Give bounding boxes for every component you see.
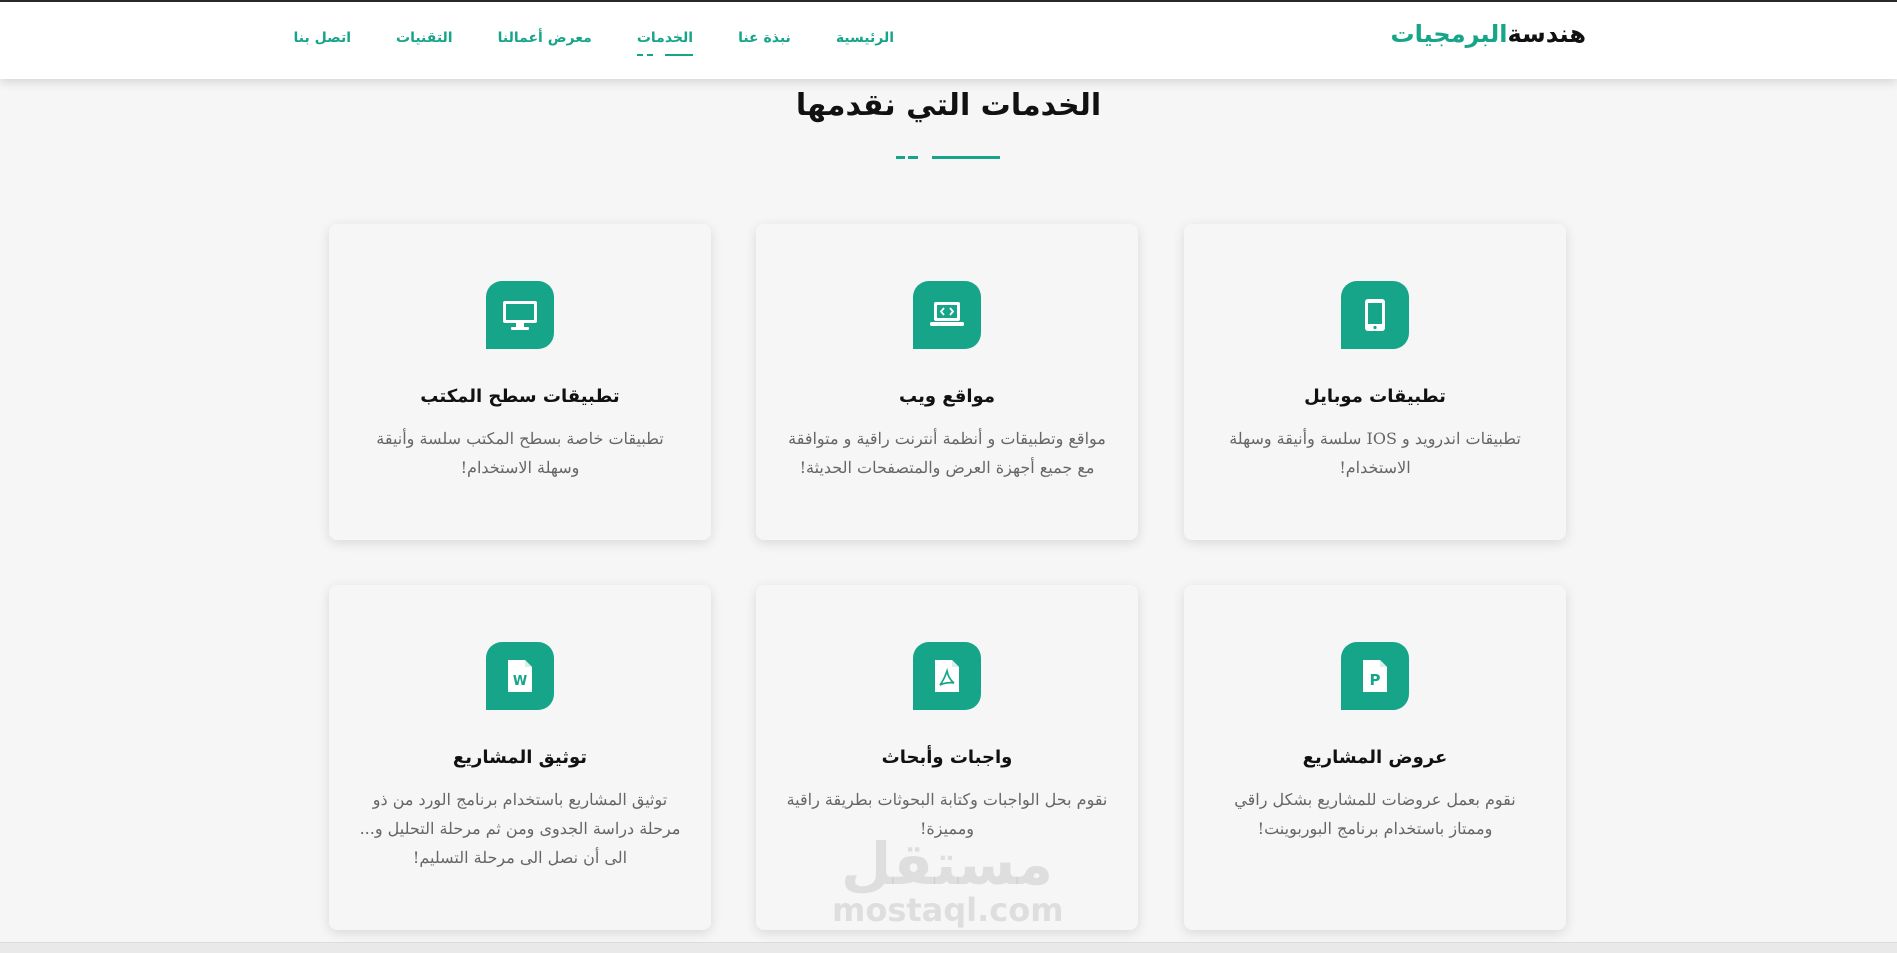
service-card-documentation[interactable]: W توثيق المشاريع توثيق المشاريع باستخدام… [329, 585, 711, 930]
card-title: تطبيقات موبايل [1304, 386, 1446, 407]
pdf-file-icon [913, 642, 981, 710]
nav-item-home[interactable]: الرئيسية [836, 30, 894, 56]
brand-part-2: البرمجيات [1390, 20, 1508, 48]
service-card-assignments[interactable]: واجبات وأبحاث نقوم بحل الواجبات وكتابة ا… [756, 585, 1138, 930]
navbar: هندسةالبرمجيات الرئيسية نبذة عنا الخدمات… [0, 2, 1897, 79]
page-bottom-edge [0, 942, 1897, 953]
service-card-presentations[interactable]: P عروض المشاريع نقوم بعمل عروضات للمشاري… [1184, 585, 1566, 930]
service-card-desktop[interactable]: تطبيقات سطح المكتب تطبيقات خاصة بسطح الم… [329, 224, 711, 540]
web-code-icon [913, 281, 981, 349]
title-underline [896, 156, 1000, 159]
powerpoint-file-icon: P [1341, 642, 1409, 710]
card-title: مواقع ويب [899, 386, 995, 407]
card-title: تطبيقات سطح المكتب [420, 386, 620, 407]
mobile-icon [1341, 281, 1409, 349]
nav-item-services[interactable]: الخدمات [636, 30, 694, 56]
card-description: تطبيقات خاصة بسطح المكتب سلسة وأنيقة وسه… [376, 429, 664, 477]
brand-logo[interactable]: هندسةالبرمجيات [1390, 20, 1586, 48]
svg-text:P: P [1370, 671, 1381, 689]
section-title: الخدمات التي نقدمها [795, 88, 1102, 123]
service-card-web[interactable]: مواقع ويب مواقع وتطبيقات و أنظمة أنترنت … [756, 224, 1138, 540]
service-card-mobile[interactable]: تطبيقات موبايل تطبيقات اندرويد و IOS سلس… [1184, 224, 1566, 540]
card-title: توثيق المشاريع [452, 747, 588, 768]
card-title: عروض المشاريع [1302, 747, 1448, 768]
nav-item-contact[interactable]: اتصل بنا [294, 30, 351, 56]
card-description: نقوم بحل الواجبات وكتابة البحوثات بطريقة… [786, 790, 1108, 838]
word-file-icon: W [486, 642, 554, 710]
card-description: تطبيقات اندرويد و IOS سلسة وأنيقة وسهلة … [1229, 429, 1521, 477]
nav-item-portfolio[interactable]: معرض أعمالنا [498, 30, 592, 56]
desktop-icon [486, 281, 554, 349]
nav-item-about[interactable]: نبذة عنا [738, 30, 791, 56]
card-description: مواقع وتطبيقات و أنظمة أنترنت راقية و مت… [788, 429, 1106, 477]
card-title: واجبات وأبحاث [881, 747, 1013, 768]
svg-text:W: W [513, 674, 527, 689]
card-description: توثيق المشاريع باستخدام برنامج الورد من … [359, 790, 681, 867]
main-nav: الرئيسية نبذة عنا الخدمات معرض أعمالنا ا… [294, 30, 894, 56]
brand-part-1: هندسة [1507, 20, 1586, 48]
card-description: نقوم بعمل عروضات للمشاريع بشكل راقي وممت… [1234, 790, 1516, 838]
nav-item-technologies[interactable]: التقنيات [396, 30, 453, 56]
